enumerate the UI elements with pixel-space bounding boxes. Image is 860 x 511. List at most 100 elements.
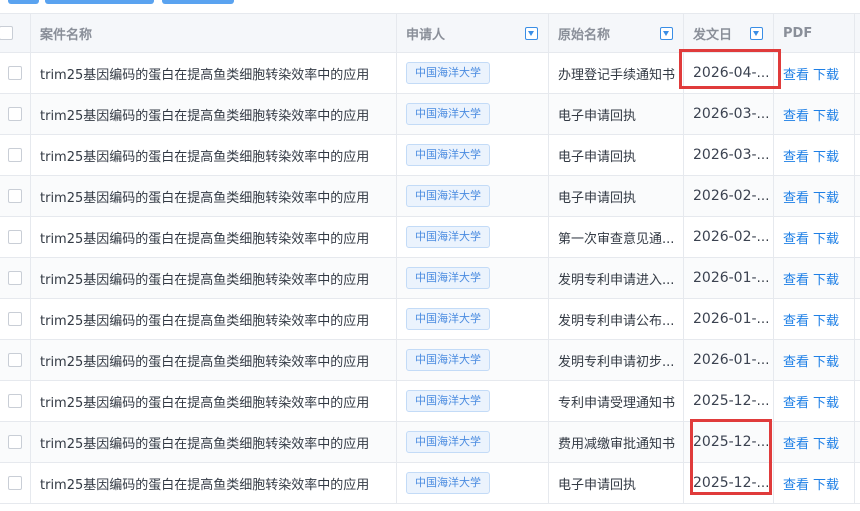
case-name-cell: trim25基因编码的蛋白在提高鱼类细胞转染效率中的应用 (30, 380, 397, 422)
pdf-actions-cell: 查看 下载 (773, 134, 855, 176)
row-checkbox[interactable] (7, 435, 22, 449)
select-all-cell (0, 13, 31, 53)
row-select-cell (0, 52, 31, 94)
download-link[interactable]: 下载 (813, 191, 839, 206)
view-link[interactable]: 查看 (783, 437, 809, 452)
original-name-cell: 费用减缴审批通知书 (548, 421, 684, 463)
original-name-cell: 发明专利申请公布... (548, 298, 684, 340)
table-row[interactable]: trim25基因编码的蛋白在提高鱼类细胞转染效率中的应用 中国海洋大学 第一次审查意… (0, 216, 860, 258)
table-row[interactable]: trim25基因编码的蛋白在提高鱼类细胞转染效率中的应用 中国海洋大学 发明专利申请… (0, 298, 860, 340)
download-link[interactable]: 下载 (813, 478, 839, 493)
row-checkbox[interactable] (7, 148, 22, 162)
table-row[interactable]: trim25基因编码的蛋白在提高鱼类细胞转染效率中的应用 中国海洋大学 电子申请回执… (0, 134, 860, 176)
applicant-tag: 中国海洋大学 (406, 390, 490, 412)
filter-dropdown-icon[interactable] (750, 27, 763, 40)
case-name-cell: trim25基因编码的蛋白在提高鱼类细胞转染效率中的应用 (30, 134, 397, 176)
table-row[interactable]: trim25基因编码的蛋白在提高鱼类细胞转染效率中的应用 中国海洋大学 发明专利申请… (0, 339, 860, 381)
table-row[interactable]: trim25基因编码的蛋白在提高鱼类细胞转染效率中的应用 中国海洋大学 电子申请回执… (0, 93, 860, 135)
column-header-applicant[interactable]: 申请人 (396, 13, 549, 53)
column-header-applicant-label: 申请人 (406, 27, 446, 43)
row-select-cell (0, 93, 31, 135)
highlight-box (679, 49, 781, 89)
pdf-actions-cell: 查看 下载 (773, 257, 855, 299)
row-select-cell (0, 339, 31, 381)
download-link[interactable]: 下载 (813, 355, 839, 370)
download-link[interactable]: 下载 (813, 68, 839, 83)
column-header-original-name-label: 原始名称 (558, 27, 611, 43)
view-link[interactable]: 查看 (783, 68, 809, 83)
extra-cell (854, 462, 860, 504)
row-checkbox[interactable] (7, 66, 22, 80)
row-checkbox[interactable] (7, 312, 22, 326)
column-header-original-name[interactable]: 原始名称 (548, 13, 684, 53)
row-checkbox[interactable] (7, 476, 22, 490)
row-checkbox[interactable] (7, 353, 22, 367)
download-link[interactable]: 下载 (813, 150, 839, 165)
case-name-cell: trim25基因编码的蛋白在提高鱼类细胞转染效率中的应用 (30, 175, 397, 217)
table-header-row: 案件名称 申请人 原始名称 发文日 PDF (0, 13, 860, 53)
issue-date: 2026-01-23 (693, 270, 774, 286)
view-link[interactable]: 查看 (783, 355, 809, 370)
filter-dropdown-icon[interactable] (525, 27, 538, 40)
select-all-checkbox[interactable] (0, 26, 13, 40)
view-link[interactable]: 查看 (783, 314, 809, 329)
issue-date-cell: 2026-01-04 (683, 339, 774, 381)
row-checkbox[interactable] (7, 107, 22, 121)
view-link[interactable]: 查看 (783, 273, 809, 288)
download-link[interactable]: 下载 (813, 437, 839, 452)
download-link[interactable]: 下载 (813, 314, 839, 329)
row-checkbox[interactable] (7, 271, 22, 285)
applicant-tag: 中国海洋大学 (406, 267, 490, 289)
case-name-cell: trim25基因编码的蛋白在提高鱼类细胞转染效率中的应用 (30, 93, 397, 135)
pdf-actions-cell: 查看 下载 (773, 52, 855, 94)
toolbar-button[interactable] (45, 0, 154, 4)
table-row[interactable]: trim25基因编码的蛋白在提高鱼类细胞转染效率中的应用 中国海洋大学 电子申请回执… (0, 175, 860, 217)
issue-date-cell: 2026-02-02 (683, 216, 774, 258)
filter-dropdown-icon[interactable] (660, 27, 673, 40)
download-link[interactable]: 下载 (813, 396, 839, 411)
row-checkbox[interactable] (7, 189, 22, 203)
applicant-cell: 中国海洋大学 (396, 175, 549, 217)
column-header-issue-date-label: 发文日 (693, 27, 733, 43)
case-name-cell: trim25基因编码的蛋白在提高鱼类细胞转染效率中的应用 (30, 421, 397, 463)
extra-cell (854, 175, 860, 217)
view-link[interactable]: 查看 (783, 191, 809, 206)
applicant-tag: 中国海洋大学 (406, 62, 490, 84)
row-checkbox[interactable] (7, 394, 22, 408)
download-link[interactable]: 下载 (813, 109, 839, 124)
column-header-issue-date[interactable]: 发文日 (683, 13, 774, 53)
applicant-tag: 中国海洋大学 (406, 103, 490, 125)
applicant-tag: 中国海洋大学 (406, 349, 490, 371)
case-name-cell: trim25基因编码的蛋白在提高鱼类细胞转染效率中的应用 (30, 257, 397, 299)
toolbar-strip (0, 0, 860, 4)
table-row[interactable]: trim25基因编码的蛋白在提高鱼类细胞转染效率中的应用 中国海洋大学 发明专利申请… (0, 257, 860, 299)
view-link[interactable]: 查看 (783, 396, 809, 411)
row-checkbox[interactable] (7, 230, 22, 244)
table-row[interactable]: trim25基因编码的蛋白在提高鱼类细胞转染效率中的应用 中国海洋大学 专利申请受理… (0, 380, 860, 422)
view-link[interactable]: 查看 (783, 478, 809, 493)
extra-cell (854, 380, 860, 422)
extra-cell (854, 339, 860, 381)
pdf-actions-cell: 查看 下载 (773, 216, 855, 258)
pdf-actions-cell: 查看 下载 (773, 93, 855, 135)
case-name-cell: trim25基因编码的蛋白在提高鱼类细胞转染效率中的应用 (30, 462, 397, 504)
download-link[interactable]: 下载 (813, 232, 839, 247)
issue-date-cell: 2026-03-26 (683, 93, 774, 135)
toolbar-button[interactable] (8, 0, 39, 4)
applicant-cell: 中国海洋大学 (396, 93, 549, 135)
issue-date-cell: 2026-02-09 (683, 175, 774, 217)
download-link[interactable]: 下载 (813, 273, 839, 288)
applicant-cell: 中国海洋大学 (396, 339, 549, 381)
view-link[interactable]: 查看 (783, 109, 809, 124)
issue-date: 2026-02-02 (693, 229, 774, 245)
column-header-case-name[interactable]: 案件名称 (30, 13, 397, 53)
view-link[interactable]: 查看 (783, 150, 809, 165)
original-name-cell: 发明专利申请初步... (548, 339, 684, 381)
applicant-tag: 中国海洋大学 (406, 144, 490, 166)
case-name-cell: trim25基因编码的蛋白在提高鱼类细胞转染效率中的应用 (30, 52, 397, 94)
view-link[interactable]: 查看 (783, 232, 809, 247)
applicant-tag: 中国海洋大学 (406, 226, 490, 248)
issue-date-cell: 2026-03-23 (683, 134, 774, 176)
toolbar-button[interactable] (162, 0, 234, 4)
pdf-actions-cell: 查看 下载 (773, 298, 855, 340)
